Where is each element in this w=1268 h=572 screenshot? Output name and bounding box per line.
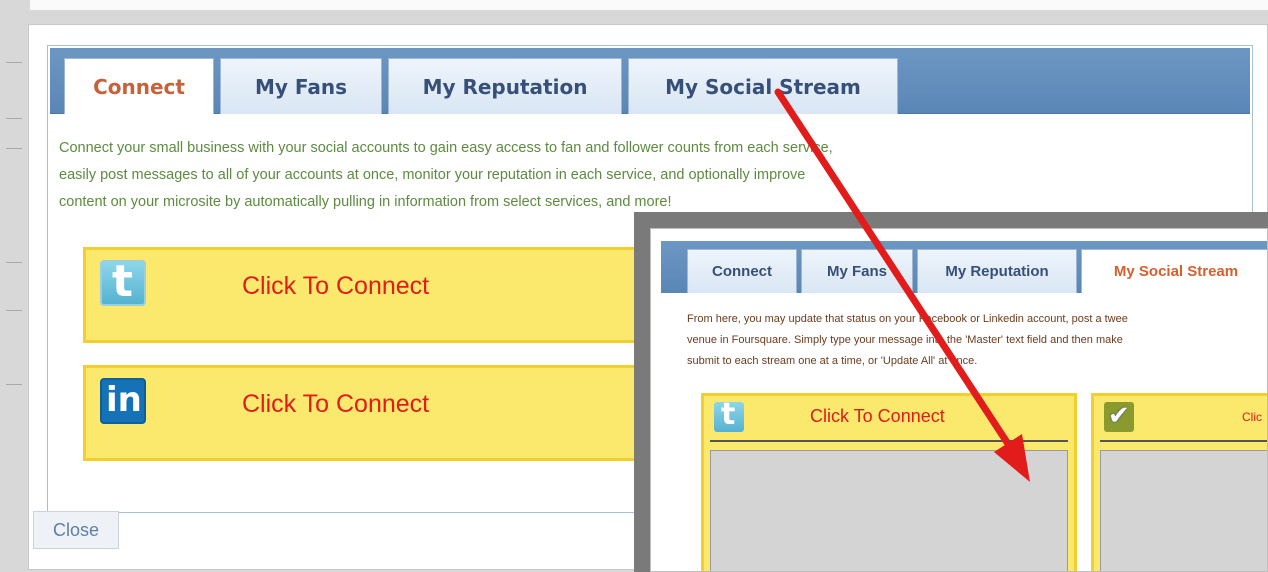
stream-connect-link[interactable]: Clic [1242,410,1262,424]
intro-line: easily post messages to all of your acco… [59,167,806,183]
connect-label: Click To Connect [242,390,430,418]
close-button[interactable]: Close [33,511,119,549]
twitter-connect-button[interactable]: Click To Connect [83,247,643,343]
overlay-tab-my-reputation[interactable]: My Reputation [917,249,1077,293]
twitter-icon [100,256,146,307]
twitter-icon [714,397,744,432]
intro-text: Connect your small business with your so… [59,135,1199,216]
foursquare-stream-panel: Clic [1091,393,1267,571]
overlay-tab-bar: Connect My Fans My Reputation My Social … [661,241,1267,293]
background-page-strip [0,0,1268,10]
connect-label: Click To Connect [242,272,430,300]
tab-connect[interactable]: Connect [64,58,214,114]
tab-my-fans[interactable]: My Fans [220,58,382,114]
panel-divider [1100,440,1267,442]
foursquare-icon [1104,400,1134,432]
stream-connect-link[interactable]: Click To Connect [810,406,945,427]
intro-line: Connect your small business with your so… [59,140,833,156]
overlay-intro-line: submit to each stream one at a time, or … [687,355,978,367]
overlay-intro-line: From here, you may update that status on… [687,313,1128,325]
stream-message-field[interactable] [1100,450,1267,571]
tab-my-reputation[interactable]: My Reputation [388,58,622,114]
overlay-tab-my-fans[interactable]: My Fans [801,249,913,293]
twitter-stream-panel: Click To Connect [701,393,1077,571]
stream-message-field[interactable] [710,450,1068,571]
overlay-intro-text: From here, you may update that status on… [687,309,1267,372]
tab-my-social-stream[interactable]: My Social Stream [628,58,898,114]
overlay-tab-my-social-stream[interactable]: My Social Stream [1081,249,1267,293]
overlay-intro-line: venue in Foursquare. Simply type your me… [687,334,1123,346]
social-stream-preview: Connect My Fans My Reputation My Social … [650,228,1268,572]
linkedin-icon [100,378,146,424]
overlay-tab-connect[interactable]: Connect [687,249,797,293]
tab-bar: Connect My Fans My Reputation My Social … [50,48,1250,114]
panel-divider [710,440,1068,442]
linkedin-connect-button[interactable]: Click To Connect [83,365,643,461]
